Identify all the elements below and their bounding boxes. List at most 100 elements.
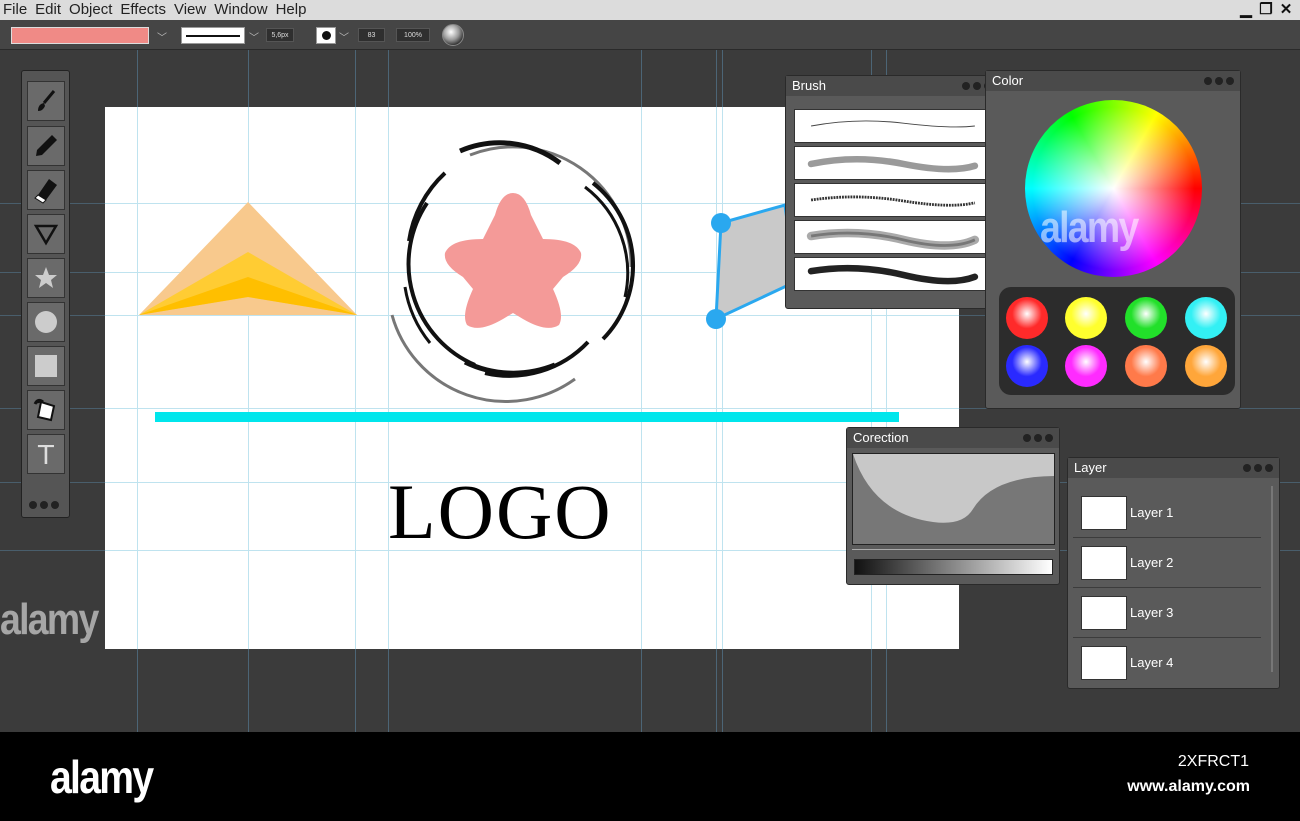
scrollbar[interactable] [1271,486,1273,672]
thick-stroke-icon [807,264,979,285]
swatch-yellow[interactable] [1065,297,1107,339]
correction-panel: Corection [846,427,1060,585]
brush-preset[interactable] [794,257,991,291]
watermark-logo: alamy [50,751,154,803]
layer-name: Layer 1 [1130,505,1174,520]
menu-view[interactable]: View [171,0,211,20]
layer-panel: Layer Layer 1 Layer 2 Layer 3 Layer 4 [1067,457,1280,689]
curve-graph[interactable] [852,453,1055,545]
stroke-size-field[interactable]: 5,6px [266,28,294,42]
swatch-red[interactable] [1006,297,1048,339]
menu-bar: File Edit Object Effects View Window Hel… [0,0,1300,20]
rectangle-icon [35,355,57,377]
point-style-button[interactable] [316,27,336,44]
layer-row[interactable]: Layer 3 [1073,588,1261,638]
layer-row[interactable]: Layer 2 [1073,538,1261,588]
brush-preset[interactable] [794,220,991,254]
accent-line[interactable] [155,412,899,422]
textured-stroke-icon [806,228,980,250]
anchor-handle[interactable] [711,213,731,233]
triangle-tool[interactable] [27,214,65,254]
design-app-window: File Edit Object Effects View Window Hel… [0,0,1300,732]
paint-bucket-icon [33,398,56,422]
menu-file[interactable]: File [0,0,32,20]
star-tool[interactable] [27,258,65,298]
fill-color-swatch[interactable] [11,27,149,44]
gradient-ball-icon[interactable] [442,24,464,46]
rectangle-tool[interactable] [27,346,65,386]
panel-title[interactable]: Color [986,71,1240,91]
panel-menu-icon[interactable] [1243,464,1273,472]
menu-window[interactable]: Window [211,0,272,20]
menu-object[interactable]: Object [66,0,117,20]
pen-icon [36,135,57,156]
pen-tool[interactable] [27,126,65,166]
eraser-tool[interactable] [27,170,65,210]
soft-stroke-icon [807,155,979,173]
panel-menu-icon[interactable] [1023,434,1053,442]
watermark-bar: alamy 2XFRCT1 www.alamy.com [0,732,1300,821]
svg-text:T: T [37,441,54,468]
layer-thumbnail [1081,496,1127,530]
brush-icon [38,90,56,111]
watermark-url: www.alamy.com [1127,778,1250,795]
text-tool[interactable]: T [27,434,65,474]
swatch-salmon[interactable] [1125,345,1167,387]
anchor-handle[interactable] [706,309,726,329]
triangle-icon [33,224,59,246]
window-controls: ▁ ❐ ✕ [1238,1,1294,18]
layer-name: Layer 4 [1130,655,1174,670]
menu-effects[interactable]: Effects [117,0,171,20]
brush-preset[interactable] [794,146,991,180]
gradient-bar[interactable] [854,559,1053,575]
options-bar: ﹀ ﹀ 5,6px ﹀ 83 100% [0,20,1300,50]
brush-panel: Brush [785,75,999,309]
toolbox: T [21,70,70,518]
layer-row[interactable]: Layer 4 [1073,638,1261,688]
watermark-logo: alamy [0,595,99,644]
layer-thumbnail [1081,596,1127,630]
opacity-field[interactable]: 100% [396,28,430,42]
value-field[interactable]: 83 [358,28,385,42]
chevron-shape[interactable] [139,202,357,315]
close-icon[interactable]: ✕ [1278,1,1294,18]
swatch-cyan[interactable] [1185,297,1227,339]
stroke-style-field[interactable] [181,27,245,44]
color-panel: Color [985,70,1241,409]
rough-stroke-icon [810,195,976,207]
curve-slider[interactable] [852,549,1055,553]
layer-thumbnail [1081,646,1127,680]
swatch-blue[interactable] [1006,345,1048,387]
brush-tool[interactable] [27,81,65,121]
curve-shape [853,454,1054,523]
menu-edit[interactable]: Edit [32,0,66,20]
panel-menu-icon[interactable] [1204,77,1234,85]
swatch-magenta[interactable] [1065,345,1107,387]
star-icon [35,267,57,288]
color-wheel[interactable] [1025,100,1202,277]
minimize-icon[interactable]: ▁ [1238,1,1254,18]
restore-icon[interactable]: ❐ [1258,1,1274,18]
thin-stroke-icon [811,120,975,128]
chevron-down-icon[interactable]: ﹀ [157,29,167,44]
brush-preset[interactable] [794,183,991,217]
layer-name: Layer 2 [1130,555,1174,570]
layer-name: Layer 3 [1130,605,1174,620]
layer-thumbnail [1081,546,1127,580]
star-shape[interactable] [444,193,582,328]
swatch-orange[interactable] [1185,345,1227,387]
more-tools-icon[interactable] [29,501,59,509]
chevron-down-icon[interactable]: ﹀ [339,29,349,44]
paint-bucket-tool[interactable] [27,390,65,430]
chevron-down-icon[interactable]: ﹀ [249,29,259,44]
layer-row[interactable]: Layer 1 [1073,488,1261,538]
circle-tool[interactable] [27,302,65,342]
swatch-tray [999,287,1235,395]
menu-help[interactable]: Help [273,0,312,20]
brush-preset[interactable] [794,109,991,143]
circle-icon [35,311,57,333]
swatch-green[interactable] [1125,297,1167,339]
logo-text[interactable]: LOGO [388,467,613,557]
selected-polygon[interactable] [706,203,797,329]
eraser-icon [34,179,57,204]
